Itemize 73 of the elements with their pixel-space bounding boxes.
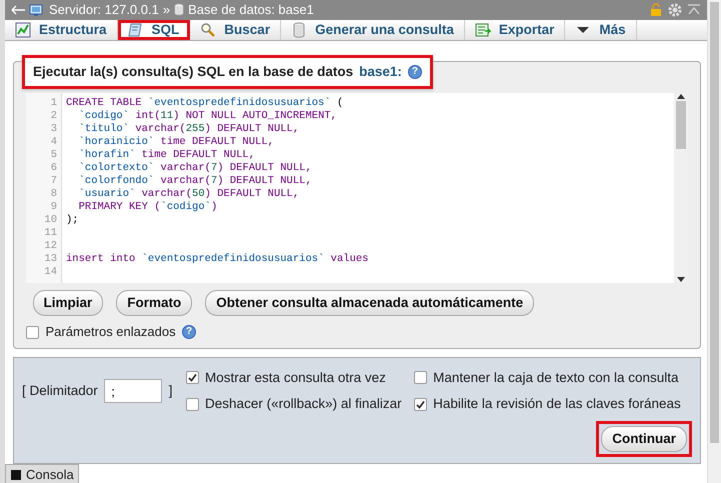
checkbox-label: Mostrar esta consulta otra vez: [205, 368, 386, 387]
checkbox-label: Mantener la caja de texto con la consulta: [433, 368, 679, 387]
line-number: 7: [50, 175, 57, 187]
tab[interactable]: Buscar: [190, 20, 282, 40]
checkbox-label: Habilite la revisión de las claves foráneas: [433, 395, 681, 413]
code-line: `codigo` int(11) NOT NULL AUTO_INCREMENT,: [78, 110, 338, 123]
tab[interactable]: Exportar: [464, 20, 566, 40]
tab[interactable]: Generar una consulta: [281, 20, 465, 40]
database-link[interactable]: Base de datos: base1: [188, 0, 314, 20]
action-button[interactable]: Limpiar: [32, 290, 104, 316]
checkbox[interactable]: [414, 371, 427, 384]
code-line: `horafin` time DEFAULT NULL,: [78, 149, 256, 162]
database-name: base1:: [359, 62, 402, 81]
database-icon: [291, 22, 308, 38]
line-number: 1: [50, 97, 57, 109]
code-line: PRIMARY KEY (`codigo`): [78, 201, 218, 214]
code-line: `horainicio` time DEFAULT NULL,: [78, 136, 275, 149]
code-line: `colortexto` varchar(7) DEFAULT NULL,: [78, 162, 313, 175]
help-icon[interactable]: ?: [182, 325, 196, 339]
tab[interactable]: Más: [565, 20, 637, 40]
code-line: );: [66, 214, 80, 227]
code-line: `colorfondo` varchar(7) DEFAULT NULL,: [78, 175, 313, 188]
action-button[interactable]: Obtener consulta almacenada automáticamente: [205, 290, 534, 316]
tab[interactable]: SQL: [118, 20, 190, 40]
line-number: 11: [44, 227, 57, 239]
delimiter-field[interactable]: ;: [104, 379, 162, 403]
checkbox-label: Deshacer («rollback») al finalizar: [205, 395, 402, 413]
line-number: 9: [50, 201, 57, 213]
code-line: insert into `eventospredefinidosusuarios` values: [66, 253, 370, 266]
line-number: 14: [44, 266, 57, 278]
scrollbar[interactable]: [707, 0, 721, 483]
back-arrow-icon: [11, 4, 25, 15]
database-icon: [174, 3, 184, 16]
checkbox[interactable]: [414, 398, 427, 411]
chart-icon: [15, 22, 31, 38]
console-tab[interactable]: Consola: [5, 464, 79, 483]
checkbox[interactable]: [186, 371, 199, 384]
line-number: 10: [44, 214, 57, 226]
code-line: `titulo` varchar(255) DEFAULT NULL,: [78, 123, 300, 136]
console-icon: [10, 468, 22, 481]
checkbox[interactable]: [186, 398, 199, 411]
bracket-text: ]: [168, 382, 173, 400]
settings-icon: [667, 2, 683, 18]
line-number: 6: [50, 162, 57, 174]
lock-icon: [649, 2, 663, 17]
scroll-thumb[interactable]: [676, 101, 686, 149]
delimiter-label: [ Delimitador: [22, 382, 98, 400]
scroll-down-icon[interactable]: [677, 277, 685, 283]
line-number: 2: [50, 110, 57, 122]
submit-button[interactable]: Continuar: [601, 426, 687, 452]
collapse-icon: [687, 4, 701, 16]
action-button[interactable]: Formato: [116, 290, 192, 316]
code-line: `usuario` varchar(50) DEFAULT NULL,: [78, 188, 300, 201]
line-number: 8: [50, 188, 57, 200]
sql-editor[interactable]: [26, 93, 688, 283]
export-icon: [474, 22, 491, 38]
document-icon: [128, 22, 144, 38]
line-number: 4: [50, 136, 57, 148]
checkbox[interactable]: [26, 326, 39, 338]
scroll-up-icon[interactable]: [677, 93, 685, 99]
line-number: 13: [44, 253, 57, 265]
tab[interactable]: Estructura: [5, 20, 118, 40]
server-icon: [29, 2, 45, 17]
magnifier-icon: [200, 22, 216, 38]
breadcrumb-separator: »: [162, 1, 170, 19]
checkbox-label: Parámetros enlazados: [46, 323, 176, 342]
server-link[interactable]: Servidor: 127.0.0.1: [49, 0, 159, 20]
help-icon[interactable]: ?: [408, 64, 422, 79]
code-line: CREATE TABLE `eventospredefinidosusuarios` (: [66, 97, 344, 110]
line-number: 12: [44, 240, 57, 252]
line-number: 5: [50, 149, 57, 161]
line-number: 3: [50, 123, 57, 135]
legend-text: Ejecutar la(s) consulta(s) SQL en la base de datos: [33, 62, 354, 81]
